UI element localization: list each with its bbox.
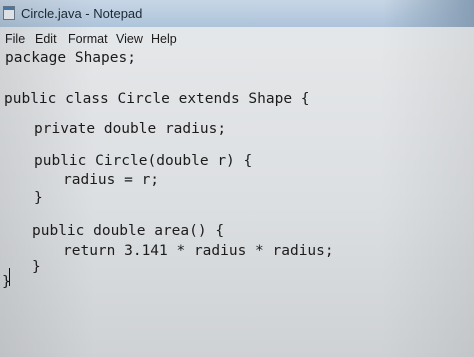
code-line-method-close: } bbox=[32, 259, 41, 275]
menu-edit[interactable]: Edit bbox=[35, 32, 57, 46]
title-bar[interactable]: Circle.java - Notepad bbox=[0, 0, 474, 27]
code-line-method: public double area() { bbox=[32, 223, 225, 239]
code-line-class-declaration: public class Circle extends Shape { bbox=[4, 91, 310, 107]
menu-format[interactable]: Format bbox=[68, 32, 108, 46]
notepad-icon bbox=[3, 6, 15, 20]
text-cursor bbox=[9, 268, 10, 286]
menu-view[interactable]: View bbox=[116, 32, 143, 46]
code-line-package: package Shapes; bbox=[5, 50, 136, 66]
menu-help[interactable]: Help bbox=[151, 32, 177, 46]
notepad-window: Circle.java - Notepad File Edit Format V… bbox=[0, 0, 474, 357]
text-editor-area[interactable]: package Shapes; public class Circle exte… bbox=[0, 47, 474, 357]
code-line-return: return 3.141 * radius * radius; bbox=[63, 243, 334, 259]
menu-bar: File Edit Format View Help bbox=[0, 27, 474, 49]
menu-file[interactable]: File bbox=[5, 32, 25, 46]
code-line-constructor-close: } bbox=[34, 190, 43, 206]
code-line-constructor: public Circle(double r) { bbox=[34, 153, 253, 169]
title-bar-highlight bbox=[384, 0, 474, 27]
code-line-assignment: radius = r; bbox=[63, 172, 160, 188]
code-line-field: private double radius; bbox=[34, 121, 227, 137]
window-title: Circle.java - Notepad bbox=[21, 6, 143, 21]
